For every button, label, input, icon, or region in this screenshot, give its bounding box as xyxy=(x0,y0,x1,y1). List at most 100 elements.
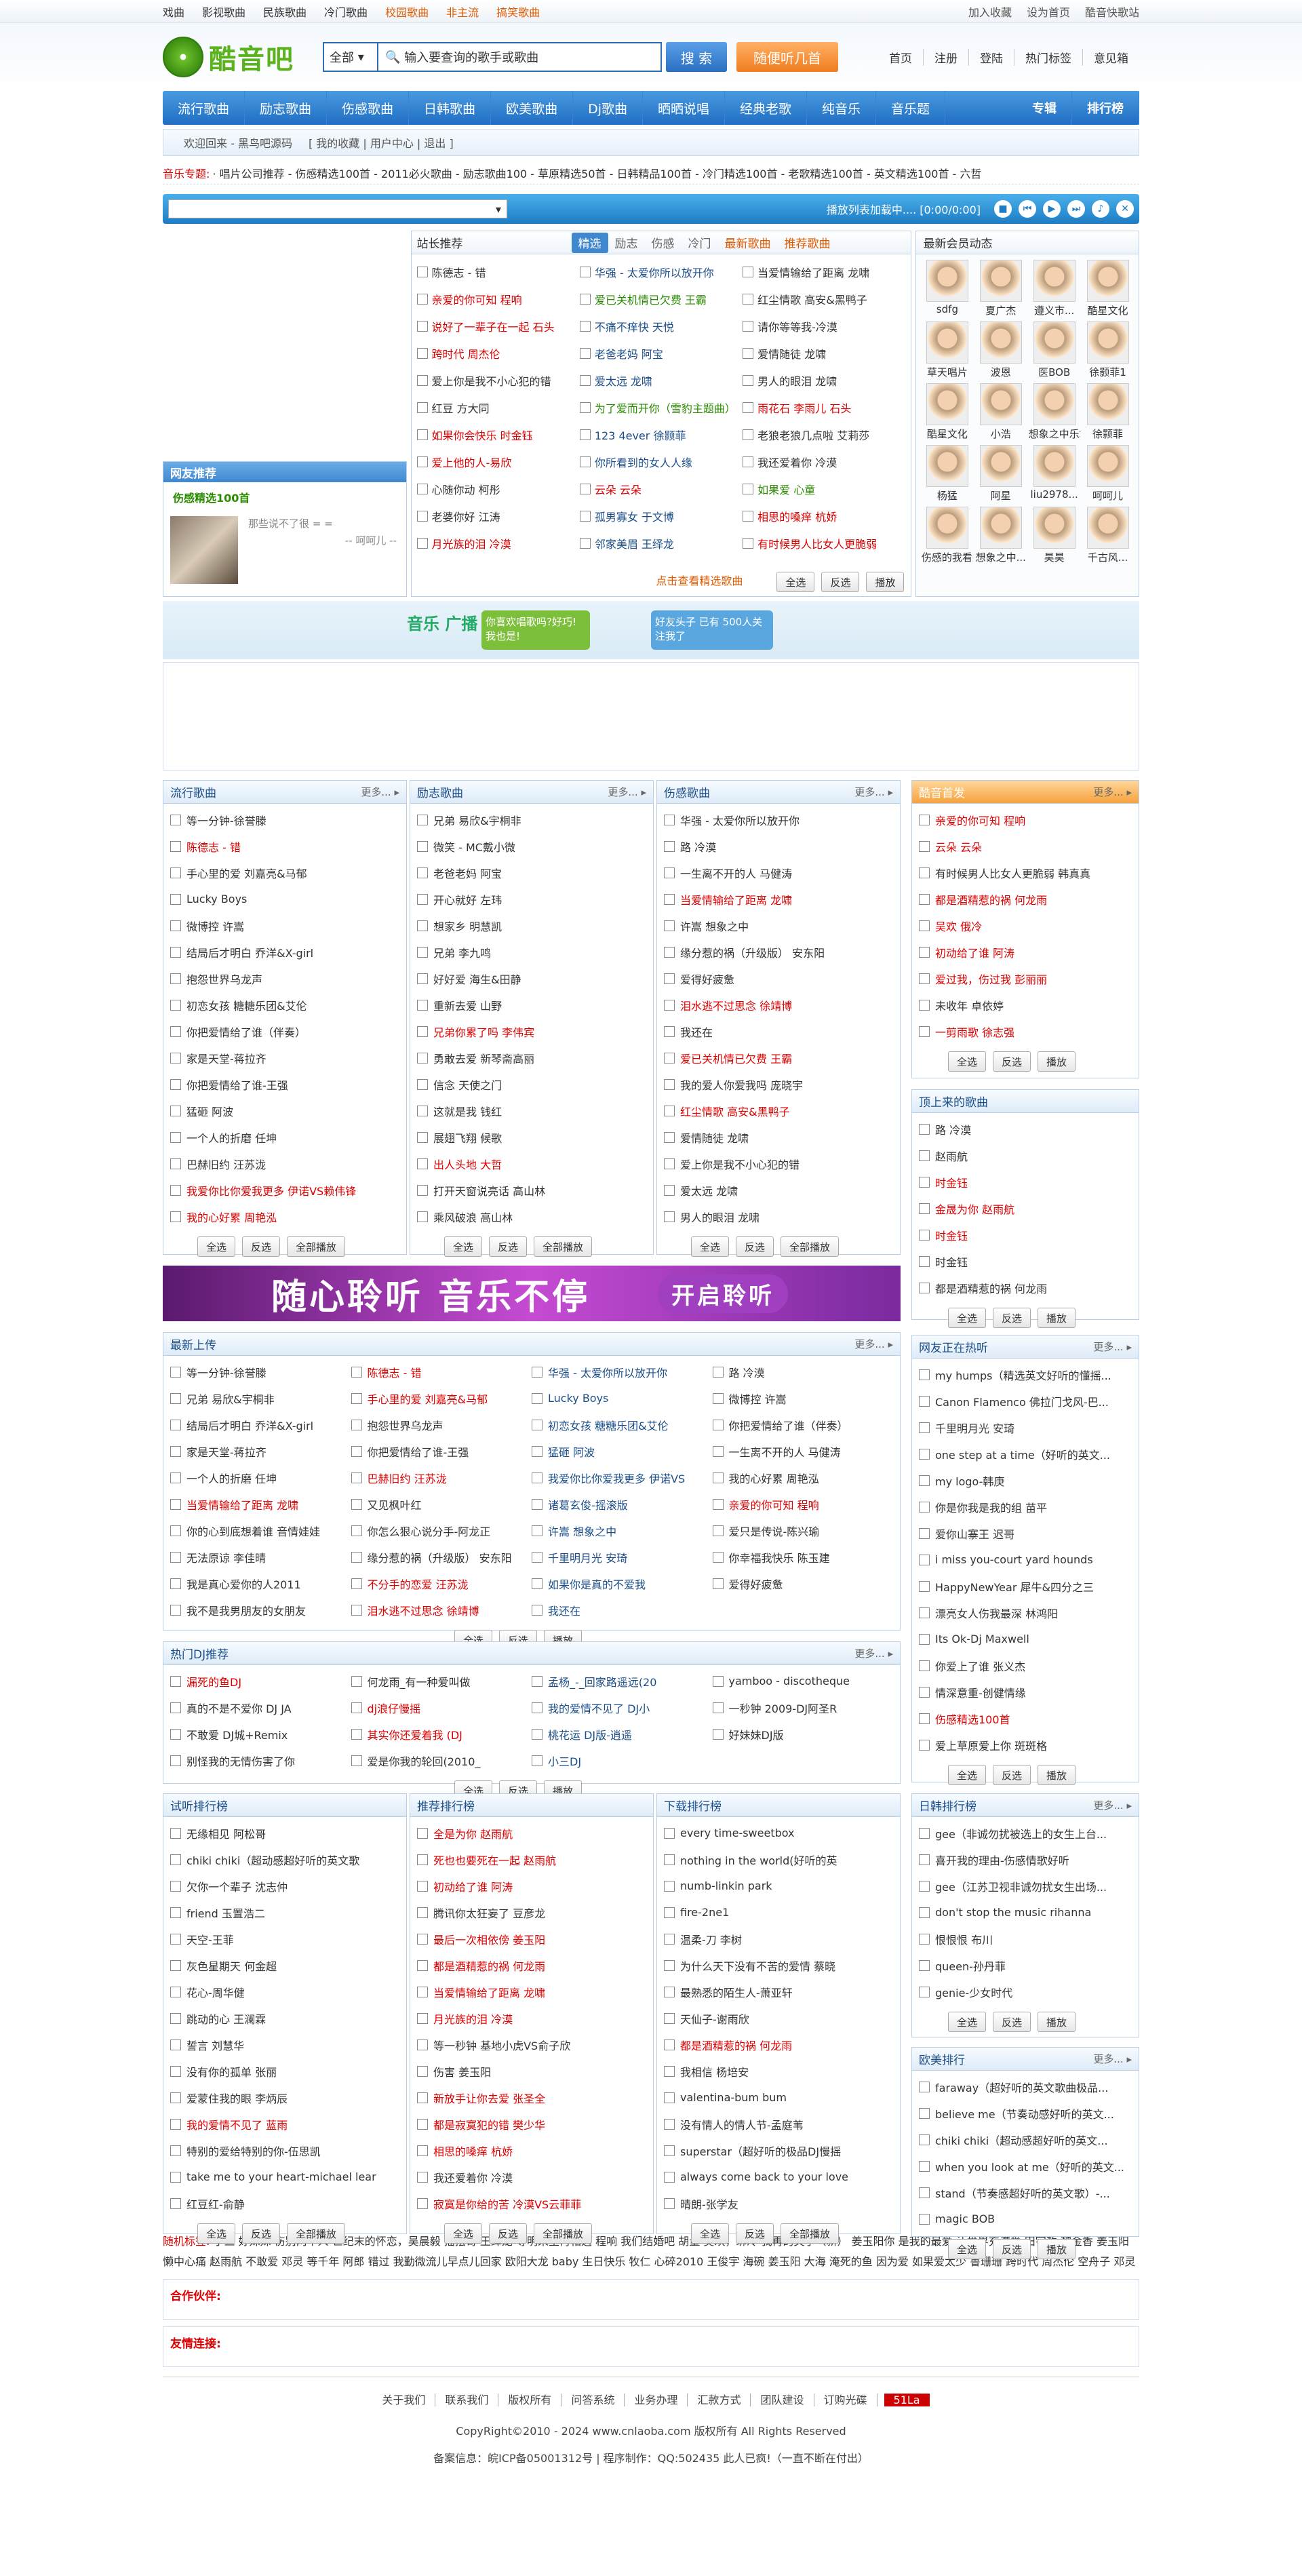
song-item[interactable]: 华强 - 太爱你所以放开你 xyxy=(532,1359,713,1385)
song-item[interactable]: 家是天堂-蒋拉齐 xyxy=(170,1045,399,1071)
member-avatar[interactable] xyxy=(979,445,1022,487)
song-item[interactable]: 特别的爱给特别的你-伍思凯 xyxy=(170,2137,399,2164)
header-link[interactable]: 意见箱 xyxy=(1083,49,1139,66)
song-item[interactable]: 兄弟 李九鸣 xyxy=(417,939,646,965)
station-song[interactable]: 月光族的泪 冷漠 xyxy=(417,530,580,557)
header-link[interactable]: 首页 xyxy=(878,48,924,66)
song-item[interactable]: 其实你还爱着我 (DJ xyxy=(351,1721,532,1747)
song-item[interactable]: 信念 天使之门 xyxy=(417,1071,646,1097)
song-item[interactable]: 无缘相见 阿松哥 xyxy=(170,1820,399,1846)
station-song[interactable]: 邻家美眉 王绎龙 xyxy=(580,530,743,557)
panel-button[interactable]: 反选 xyxy=(241,1236,280,1257)
song-item[interactable]: 我爱你比你爱我更多 伊诺VS赖伟锋 xyxy=(170,1177,399,1203)
more-link[interactable]: 更多... ▸ xyxy=(361,785,399,799)
song-item[interactable]: 腾讯你太狂妄了 豆彦龙 xyxy=(417,1899,646,1926)
song-item[interactable]: 喜开我的理由-伤感情歌好听 xyxy=(919,1846,1132,1873)
song-item[interactable]: 伤害 姜玉阳 xyxy=(417,2058,646,2084)
station-song[interactable]: 为了爱而开你（雪豹主题曲） xyxy=(580,394,743,421)
member-avatar[interactable] xyxy=(1086,445,1129,487)
ticker-text[interactable]: · 唱片公司推荐 - 伤感精选100首 - 2011必火歌曲 - 励志歌曲100… xyxy=(212,165,981,181)
song-item[interactable]: nothing in the world(好听的英 xyxy=(664,1846,893,1873)
station-song[interactable]: 如果你会快乐 时金钰 xyxy=(417,421,580,448)
station-tab[interactable]: 精选 xyxy=(571,232,608,253)
panel-button[interactable]: 播放 xyxy=(1038,2239,1076,2259)
song-item[interactable]: 红豆红-俞静 xyxy=(170,2190,399,2217)
song-item[interactable]: gee（江苏卫视非诚勿扰女生出场... xyxy=(919,1873,1132,1899)
song-item[interactable]: 重新去爱 山野 xyxy=(417,992,646,1018)
footer-link[interactable]: 关于我们 xyxy=(372,2394,436,2406)
member-avatar[interactable] xyxy=(1086,321,1129,364)
panel-button[interactable]: 全选 xyxy=(690,2223,729,2244)
song-item[interactable]: stand（节奏感超好听的英文歌）-... xyxy=(919,2179,1132,2206)
song-item[interactable]: 何龙雨_有一种爱叫做 xyxy=(351,1668,532,1694)
member[interactable]: 徐颢菲1 xyxy=(1081,321,1135,379)
station-song[interactable]: 如果爱 心童 xyxy=(743,475,905,503)
song-item[interactable]: 我的爱情不见了 蓝雨 xyxy=(170,2111,399,2137)
song-item[interactable]: 这就是我 钱红 xyxy=(417,1097,646,1124)
logo[interactable]: 酷音吧 xyxy=(163,33,319,81)
panel-button[interactable]: 播放 xyxy=(1038,1051,1076,1072)
select-all-button[interactable]: 全选 xyxy=(776,572,815,592)
song-item[interactable]: 伤感精选100首 xyxy=(919,1705,1132,1732)
nav-item[interactable]: 经典老歌 xyxy=(725,91,808,125)
song-item[interactable]: 我的爱情不见了 DJ小 xyxy=(532,1694,713,1721)
search-input[interactable]: 🔍 输入要查询的歌手或歌曲 xyxy=(377,42,662,72)
station-more-link[interactable]: 点击查看精选歌曲 xyxy=(656,572,743,592)
panel-button[interactable]: 全选 xyxy=(947,2012,986,2032)
station-song[interactable]: 爱已关机情已欠费 王霸 xyxy=(580,286,743,313)
song-item[interactable]: 温柔-刀 李树 xyxy=(664,1926,893,1952)
member[interactable]: liu2978... xyxy=(1027,445,1081,503)
station-tab[interactable]: 冷门 xyxy=(682,234,718,251)
footer-link[interactable]: 汇款方式 xyxy=(688,2394,751,2406)
member-avatar[interactable] xyxy=(926,260,968,302)
nav-item[interactable]: 日韩歌曲 xyxy=(409,91,492,125)
song-item[interactable]: 许嵩 想象之中 xyxy=(532,1517,713,1544)
song-item[interactable]: 初恋女孩 糖糖乐团&艾伦 xyxy=(532,1411,713,1438)
song-item[interactable]: 相思的嗓痒 杭娇 xyxy=(417,2137,646,2164)
song-item[interactable]: 花心-周华健 xyxy=(170,1978,399,2005)
song-item[interactable]: 爱你山寨王 迟哥 xyxy=(919,1520,1132,1546)
user-links[interactable]: [ 我的收藏 | 用户中心 | 退出 ] xyxy=(309,134,454,151)
song-item[interactable]: 缘分惹的祸（升级版） 安东阳 xyxy=(664,939,893,965)
panel-button[interactable]: 全选 xyxy=(443,1236,482,1257)
top-right-link[interactable]: 设为首页 xyxy=(1027,6,1070,19)
song-item[interactable]: 爱得好疲惫 xyxy=(664,965,893,992)
panel-button[interactable]: 全部播放 xyxy=(534,1236,593,1257)
song-item[interactable]: 跳动的心 王澜霖 xyxy=(170,2005,399,2031)
song-item[interactable]: 都是酒精惹的祸 何龙雨 xyxy=(919,1274,1132,1301)
song-item[interactable]: 爱是你我的轮回(2010_ xyxy=(351,1747,532,1774)
song-item[interactable]: 微博控 许嵩 xyxy=(713,1385,894,1411)
panel-button[interactable]: 全部播放 xyxy=(534,2223,593,2244)
song-item[interactable]: 时金钰 xyxy=(919,1169,1132,1195)
song-item[interactable]: 誓言 刘慧华 xyxy=(170,2031,399,2058)
song-item[interactable]: 都是寂寞犯的错 樊少华 xyxy=(417,2111,646,2137)
member-avatar[interactable] xyxy=(926,445,968,487)
station-song[interactable]: 老狼老狼几点啦 艾莉莎 xyxy=(743,421,905,448)
panel-button[interactable]: 反选 xyxy=(992,1051,1031,1072)
song-item[interactable]: 我的心好累 周艳泓 xyxy=(713,1464,894,1491)
song-item[interactable]: 一个人的折磨 任坤 xyxy=(170,1124,399,1150)
panel-button[interactable]: 全选 xyxy=(947,1051,986,1072)
station-song[interactable]: 有时候男人比女人更脆弱 xyxy=(743,530,905,557)
station-song[interactable]: 相思的嗓痒 杭娇 xyxy=(743,503,905,530)
member-avatar[interactable] xyxy=(1086,507,1129,549)
nav-item[interactable]: 励志歌曲 xyxy=(245,91,328,125)
song-item[interactable]: 爱只是传说-陈兴瑜 xyxy=(713,1517,894,1544)
member[interactable]: 草天唱片 xyxy=(920,321,974,379)
song-item[interactable]: 许嵩 想象之中 xyxy=(664,912,893,939)
station-song[interactable]: 爱情随徒 龙啸 xyxy=(743,340,905,367)
song-item[interactable]: 你把爱情给了谁（伴奏） xyxy=(170,1018,399,1045)
station-song[interactable]: 老爸老妈 阿宝 xyxy=(580,340,743,367)
song-item[interactable]: 漏死的鱼DJ xyxy=(170,1668,351,1694)
top-link[interactable]: 非主流 xyxy=(446,6,479,19)
station-tab[interactable]: 最新歌曲 xyxy=(718,234,778,251)
panel-button[interactable]: 全选 xyxy=(947,2239,986,2259)
member-avatar[interactable] xyxy=(979,260,1022,302)
song-item[interactable]: faraway（超好听的英文歌曲极品... xyxy=(919,2073,1132,2100)
song-item[interactable]: 我爱你比你爱我更多 伊诺VS xyxy=(532,1464,713,1491)
song-item[interactable]: my logo-韩庚 xyxy=(919,1467,1132,1494)
member-avatar[interactable] xyxy=(979,383,1022,425)
member[interactable]: 遵义市... xyxy=(1027,260,1081,317)
song-item[interactable]: 微笑 - MC戴小微 xyxy=(417,833,646,859)
more-link[interactable]: 更多... ▸ xyxy=(854,1646,893,1660)
